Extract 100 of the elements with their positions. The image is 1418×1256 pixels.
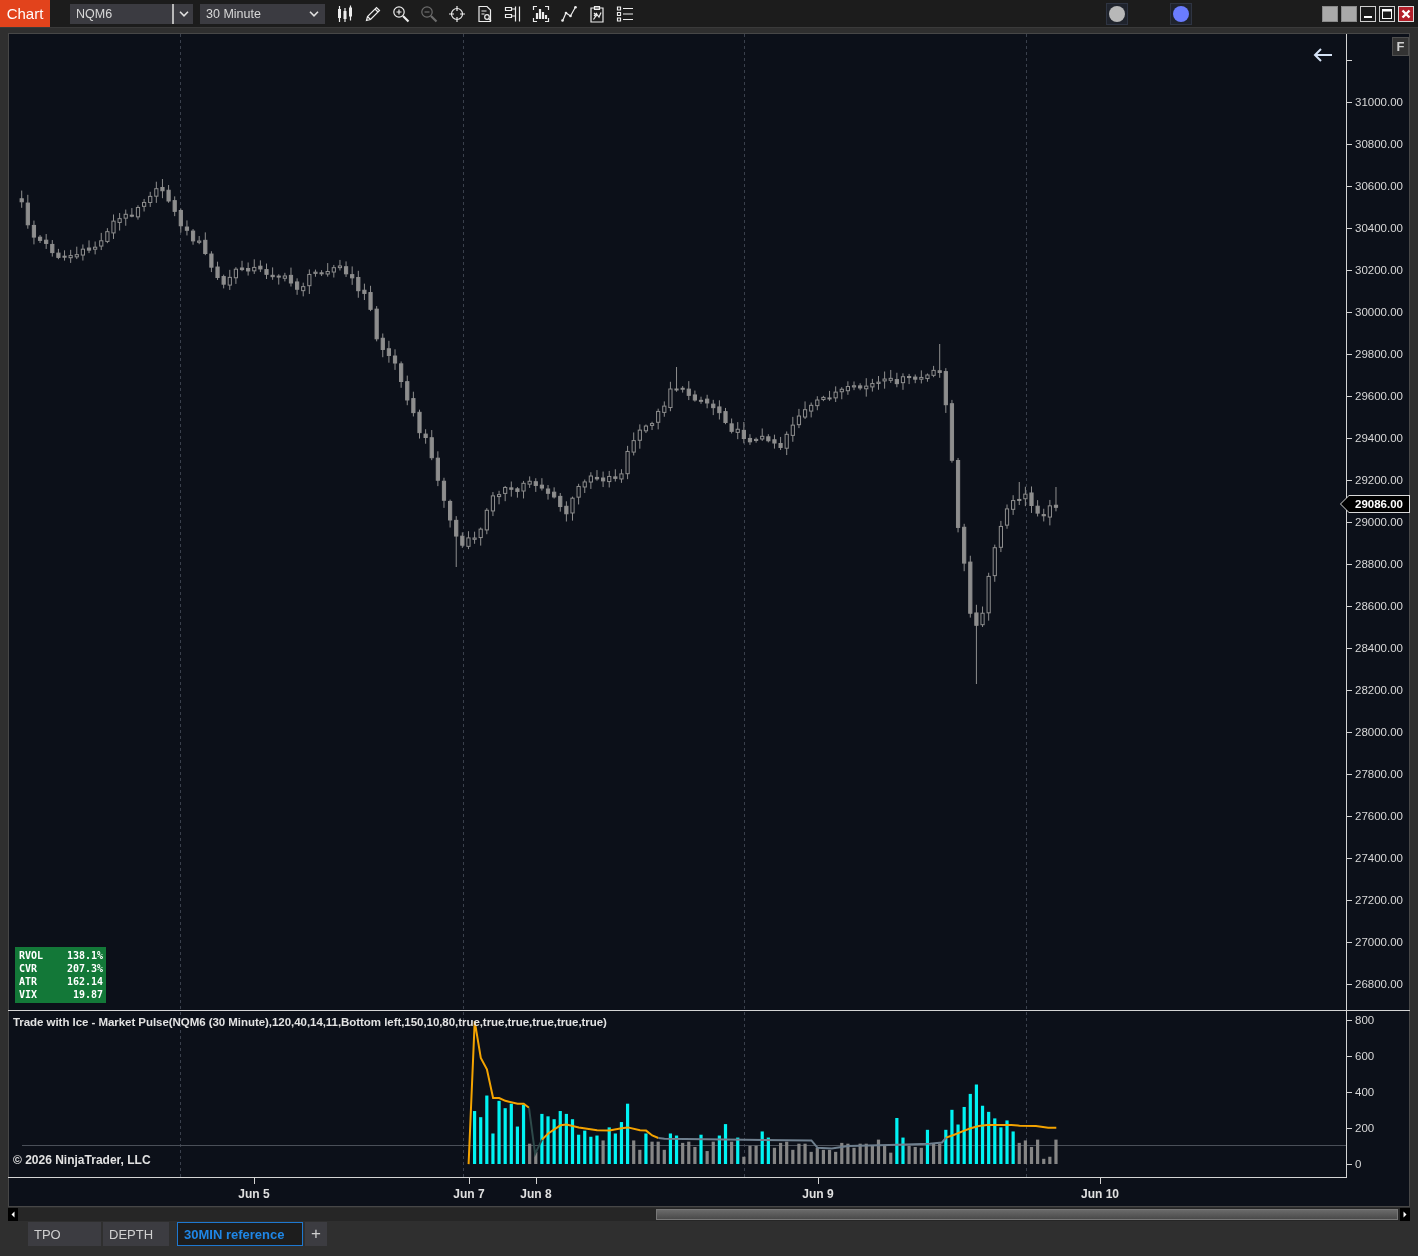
strong-pulse-bar bbox=[546, 1116, 550, 1164]
weak-pulse-bar bbox=[864, 1143, 868, 1164]
price-axis-label: 30000.00 bbox=[1355, 305, 1403, 319]
weak-pulse-bar bbox=[742, 1156, 746, 1164]
strong-pulse-bar bbox=[589, 1136, 593, 1164]
weak-pulse-bar bbox=[779, 1142, 783, 1164]
weak-pulse-bar bbox=[785, 1141, 789, 1164]
scrollbar-track[interactable] bbox=[8, 1208, 1410, 1221]
price-axis-label: 26800.00 bbox=[1355, 977, 1403, 991]
scroll-left-icon[interactable] bbox=[8, 1208, 18, 1221]
weak-pulse-bar bbox=[932, 1143, 936, 1164]
bar-chart-icon[interactable] bbox=[532, 4, 550, 23]
strong-pulse-bar bbox=[968, 1093, 972, 1164]
chart-tab[interactable]: TPO bbox=[28, 1222, 101, 1246]
strong-pulse-bar bbox=[485, 1095, 489, 1164]
line-chart-icon[interactable] bbox=[560, 4, 578, 23]
strong-pulse-bar bbox=[613, 1133, 617, 1164]
document-search-icon[interactable] bbox=[476, 4, 494, 23]
chart-menu-button[interactable]: Chart bbox=[0, 0, 50, 27]
weak-pulse-bar bbox=[919, 1147, 923, 1164]
strong-pulse-bar bbox=[950, 1109, 954, 1164]
scrollbar-thumb[interactable] bbox=[656, 1209, 1398, 1220]
bracket-panel-icon[interactable] bbox=[504, 4, 522, 23]
weak-pulse-bar bbox=[834, 1151, 838, 1164]
instrument-field[interactable]: NQM6 bbox=[70, 3, 172, 24]
strong-pulse-bar bbox=[503, 1108, 507, 1164]
price-axis-label: 29000.00 bbox=[1355, 515, 1403, 529]
weak-pulse-bar bbox=[791, 1149, 795, 1164]
price-axis-label: 28400.00 bbox=[1355, 641, 1403, 655]
left-arrow-icon[interactable] bbox=[1313, 48, 1333, 62]
strong-pulse-bar bbox=[1005, 1120, 1009, 1164]
strong-pulse-bar bbox=[736, 1137, 740, 1164]
strong-pulse-bar bbox=[980, 1105, 985, 1164]
caret-icon bbox=[178, 10, 189, 17]
weak-pulse-bar bbox=[870, 1145, 874, 1164]
time-axis-label: Jun 10 bbox=[1081, 1187, 1119, 1202]
strong-pulse-bar bbox=[479, 1117, 483, 1164]
weak-pulse-bar bbox=[809, 1151, 813, 1164]
strong-pulse-bar bbox=[766, 1137, 770, 1164]
minimize-icon[interactable] bbox=[1360, 5, 1376, 22]
time-axis-label: Jun 5 bbox=[238, 1187, 270, 1202]
instrument-dropdown-button[interactable] bbox=[172, 3, 193, 24]
clipboard-chart-icon[interactable] bbox=[588, 4, 606, 23]
weak-pulse-bar bbox=[693, 1146, 697, 1164]
price-axis-label: 27600.00 bbox=[1355, 809, 1403, 823]
chart-tab[interactable]: DEPTH bbox=[103, 1222, 169, 1246]
weak-pulse-bar bbox=[656, 1141, 660, 1164]
time-axis-label: Jun 9 bbox=[802, 1187, 834, 1202]
pencil-icon[interactable] bbox=[364, 4, 382, 23]
price-axis-label: 29600.00 bbox=[1355, 389, 1403, 403]
stat-label: RVOL bbox=[19, 949, 44, 962]
strong-pulse-bar bbox=[509, 1103, 513, 1164]
panel-toggle-button[interactable]: F bbox=[1392, 37, 1409, 56]
weak-pulse-bar bbox=[883, 1145, 887, 1164]
strong-pulse-bar bbox=[540, 1113, 544, 1164]
price-axis-label: 29200.00 bbox=[1355, 473, 1403, 487]
weak-pulse-bar bbox=[1017, 1142, 1021, 1164]
close-icon[interactable] bbox=[1398, 5, 1414, 22]
weak-pulse-bar bbox=[748, 1145, 752, 1164]
weak-pulse-bar bbox=[889, 1152, 893, 1164]
indicator-title: Trade with Ice - Market Pulse(NQM6 (30 Minute),120,40,14,11,Bottom left,150,10,80,true,true,true,true,true,true) bbox=[13, 1015, 607, 1029]
window-option-icon[interactable] bbox=[1322, 5, 1338, 22]
stat-value: 207.3% bbox=[66, 962, 103, 975]
chart-tab[interactable]: 30MIN reference bbox=[177, 1222, 303, 1246]
list-icon[interactable] bbox=[616, 4, 634, 23]
strong-pulse-bar bbox=[668, 1133, 672, 1164]
pulse-axis-label: 800 bbox=[1355, 1013, 1375, 1027]
caret-icon bbox=[309, 10, 319, 17]
weak-pulse-bar bbox=[907, 1145, 911, 1164]
price-axis-label: 30600.00 bbox=[1355, 179, 1403, 193]
weak-pulse-bar bbox=[815, 1147, 819, 1164]
price-axis-label: 28600.00 bbox=[1355, 599, 1403, 613]
scroll-right-icon[interactable] bbox=[1400, 1208, 1410, 1221]
strong-pulse-bar bbox=[895, 1118, 899, 1164]
time-axis-label: Jun 8 bbox=[520, 1187, 552, 1202]
price-axis-label: 27800.00 bbox=[1355, 767, 1403, 781]
add-tab-button[interactable]: + bbox=[305, 1222, 327, 1246]
interval-select[interactable]: 30 Minute bbox=[200, 3, 325, 24]
weak-pulse-bar bbox=[638, 1149, 642, 1164]
weak-pulse-bar bbox=[772, 1147, 777, 1164]
weak-pulse-bar bbox=[730, 1141, 734, 1164]
price-axis-label: 30400.00 bbox=[1355, 221, 1403, 235]
strong-pulse-bar bbox=[723, 1124, 728, 1164]
strong-pulse-bar bbox=[497, 1100, 501, 1164]
candlestick-icon[interactable] bbox=[336, 4, 354, 23]
weak-pulse-bar bbox=[711, 1141, 715, 1164]
stat-value: 19.87 bbox=[72, 988, 103, 1001]
weak-pulse-bar bbox=[632, 1140, 636, 1164]
pulse-axis-label: 0 bbox=[1355, 1157, 1362, 1171]
maximize-icon[interactable] bbox=[1379, 5, 1395, 22]
weak-pulse-bar bbox=[681, 1142, 685, 1164]
weak-pulse-bar bbox=[803, 1143, 807, 1164]
zoom-in-icon[interactable] bbox=[392, 4, 410, 23]
crosshair-icon[interactable] bbox=[448, 4, 466, 23]
weak-pulse-bar bbox=[1023, 1140, 1027, 1164]
strong-pulse-bar bbox=[607, 1127, 611, 1164]
strong-pulse-bar bbox=[644, 1133, 648, 1164]
time-axis-label: Jun 7 bbox=[453, 1187, 485, 1202]
window-option-icon[interactable] bbox=[1341, 5, 1357, 22]
weak-pulse-bar bbox=[528, 1143, 532, 1164]
